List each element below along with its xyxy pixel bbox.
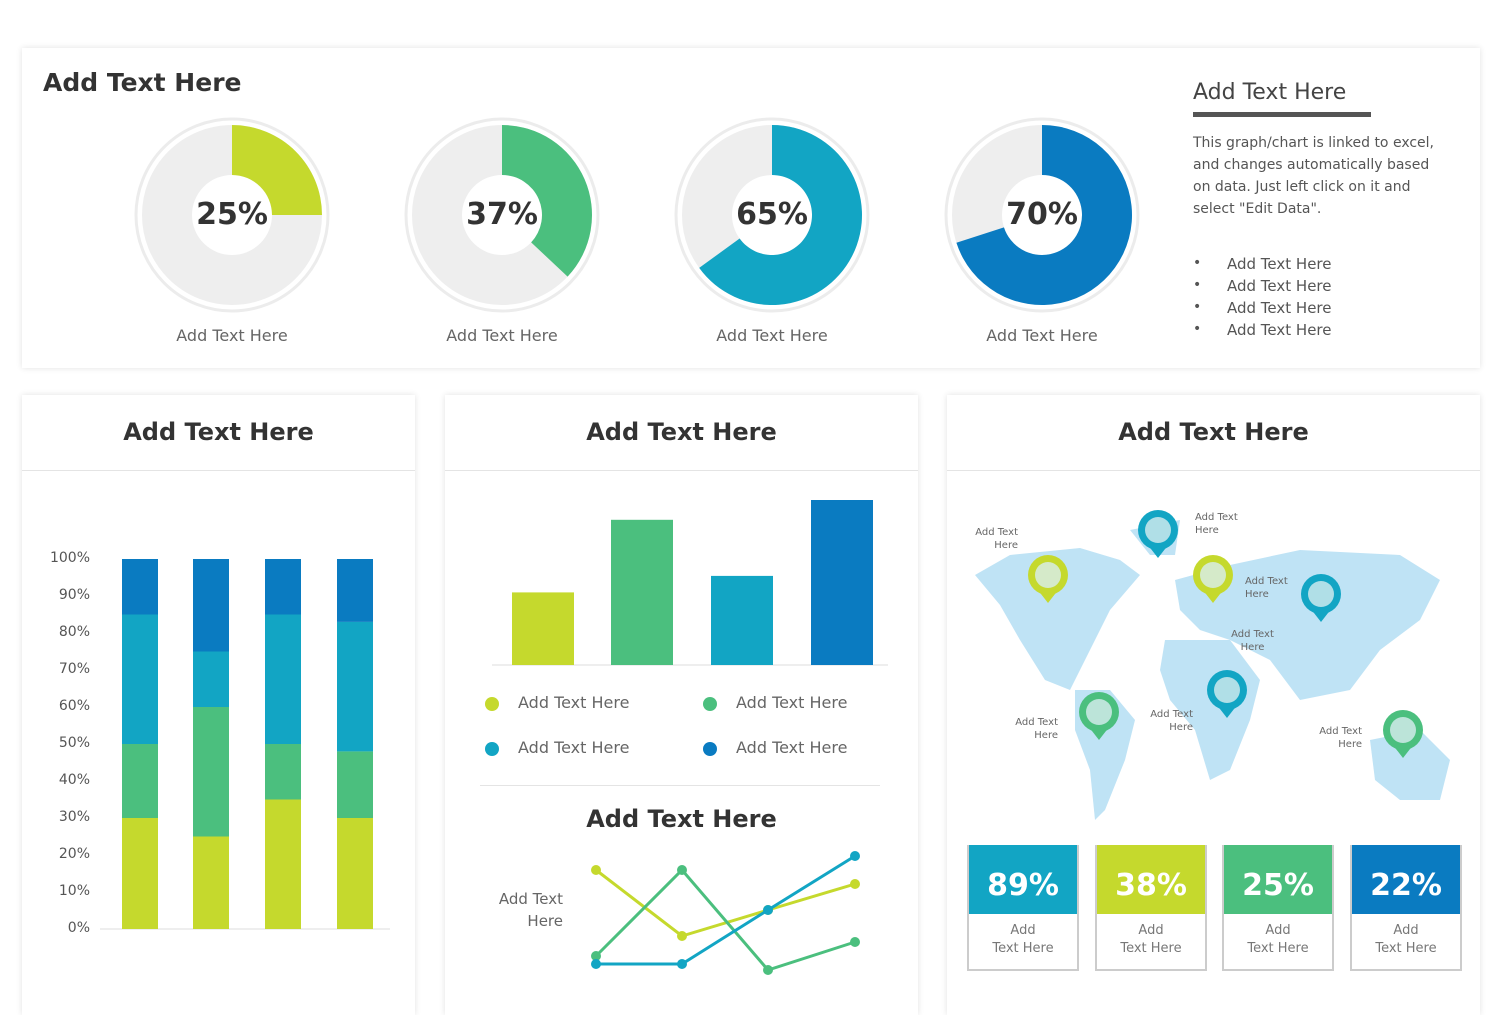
y-tick-label: 60% bbox=[58, 698, 90, 714]
map-label: Add Text Here bbox=[1231, 629, 1274, 653]
map-pin-label: Add Text Here bbox=[975, 527, 1018, 551]
y-tick-label: 0% bbox=[67, 920, 90, 936]
map-pin-label: Add Text Here bbox=[1150, 709, 1193, 733]
stacked-bar-segment bbox=[122, 818, 158, 929]
map-pin-center bbox=[1214, 677, 1240, 703]
stacked-bar-segment bbox=[337, 751, 373, 818]
kpi-value: 25% bbox=[1224, 845, 1332, 914]
legend-dot bbox=[485, 697, 499, 711]
stacked-bar-segment bbox=[122, 744, 158, 818]
line-point bbox=[677, 865, 687, 875]
line-series bbox=[596, 854, 856, 966]
stacked-bar-segment bbox=[337, 559, 373, 622]
bar bbox=[811, 500, 873, 665]
stacked-bar-segment bbox=[265, 614, 301, 744]
map-pin-center bbox=[1145, 517, 1171, 543]
map-pin-label: Add Text Here bbox=[1015, 717, 1058, 741]
stacked-bar-segment bbox=[193, 651, 229, 707]
donut-caption: Add Text Here bbox=[716, 326, 828, 345]
legend-label: Add Text Here bbox=[736, 693, 848, 712]
y-tick-label: 40% bbox=[58, 772, 90, 788]
map-pin-label: Add Text Here bbox=[1245, 576, 1288, 600]
kpi-card: 89% Add Text Here bbox=[967, 845, 1079, 971]
line-point bbox=[677, 959, 687, 969]
stacked-bar-segment bbox=[122, 614, 158, 744]
legend-dot bbox=[703, 742, 717, 756]
legend-dot bbox=[703, 697, 717, 711]
kpi-label: Add Text Here bbox=[1247, 923, 1309, 956]
line-point bbox=[850, 937, 860, 947]
line-point bbox=[763, 905, 773, 915]
bar bbox=[611, 519, 673, 665]
donut-caption: Add Text Here bbox=[446, 326, 558, 345]
donut-value: 65% bbox=[736, 197, 808, 232]
stacked-bar-segment bbox=[265, 559, 301, 615]
map-pin-center bbox=[1390, 717, 1416, 743]
donut-value: 70% bbox=[1006, 197, 1078, 232]
stacked-bar-segment bbox=[337, 621, 373, 752]
line-point bbox=[850, 879, 860, 889]
stacked-bar-segment bbox=[265, 744, 301, 800]
stacked-bar-segment bbox=[193, 559, 229, 652]
kpi-label: Add Text Here bbox=[1375, 923, 1437, 956]
stacked-bar-segment bbox=[193, 707, 229, 837]
y-tick-label: 80% bbox=[58, 624, 90, 640]
line-series bbox=[594, 867, 856, 972]
kpi-value: 89% bbox=[969, 845, 1077, 914]
legend-label: Add Text Here bbox=[518, 738, 630, 757]
map-pin-center bbox=[1308, 581, 1334, 607]
line-point bbox=[850, 851, 860, 861]
kpi-card: 22% Add Text Here bbox=[1350, 845, 1462, 971]
kpi-card: 38% Add Text Here bbox=[1095, 845, 1207, 971]
stacked-bar-segment bbox=[337, 818, 373, 929]
line-point bbox=[591, 959, 601, 969]
y-tick-label: 100% bbox=[49, 550, 90, 566]
map-pin-center bbox=[1086, 699, 1112, 725]
line-point bbox=[677, 931, 687, 941]
bar bbox=[512, 592, 574, 665]
y-tick-label: 70% bbox=[58, 661, 90, 677]
kpi-label: Add Text Here bbox=[992, 923, 1054, 956]
stacked-bar-segment bbox=[193, 836, 229, 929]
y-tick-label: 50% bbox=[58, 735, 90, 751]
legend-label: Add Text Here bbox=[518, 693, 630, 712]
y-tick-label: 30% bbox=[58, 809, 90, 825]
map-pin-center bbox=[1035, 562, 1061, 588]
stacked-bar-segment bbox=[122, 559, 158, 615]
legend-label: Add Text Here bbox=[736, 738, 848, 757]
donut-value: 25% bbox=[196, 197, 268, 232]
donut-caption: Add Text Here bbox=[176, 326, 288, 345]
kpi-value: 38% bbox=[1097, 845, 1205, 914]
map-pin-label: Add Text Here bbox=[1319, 726, 1362, 750]
line-point bbox=[763, 965, 773, 975]
line-point bbox=[591, 865, 601, 875]
map-pin-label: Add Text Here bbox=[1195, 512, 1238, 536]
map-pin-center bbox=[1200, 562, 1226, 588]
legend-dot bbox=[485, 742, 499, 756]
y-tick-label: 20% bbox=[58, 846, 90, 862]
donut-value: 37% bbox=[466, 197, 538, 232]
kpi-label: Add Text Here bbox=[1120, 923, 1182, 956]
stacked-bar-segment bbox=[265, 799, 301, 929]
bar bbox=[711, 575, 773, 665]
donut-caption: Add Text Here bbox=[986, 326, 1098, 345]
y-tick-label: 10% bbox=[58, 883, 90, 899]
kpi-card: 25% Add Text Here bbox=[1222, 845, 1334, 971]
y-tick-label: 90% bbox=[58, 587, 90, 603]
kpi-value: 22% bbox=[1352, 845, 1460, 914]
